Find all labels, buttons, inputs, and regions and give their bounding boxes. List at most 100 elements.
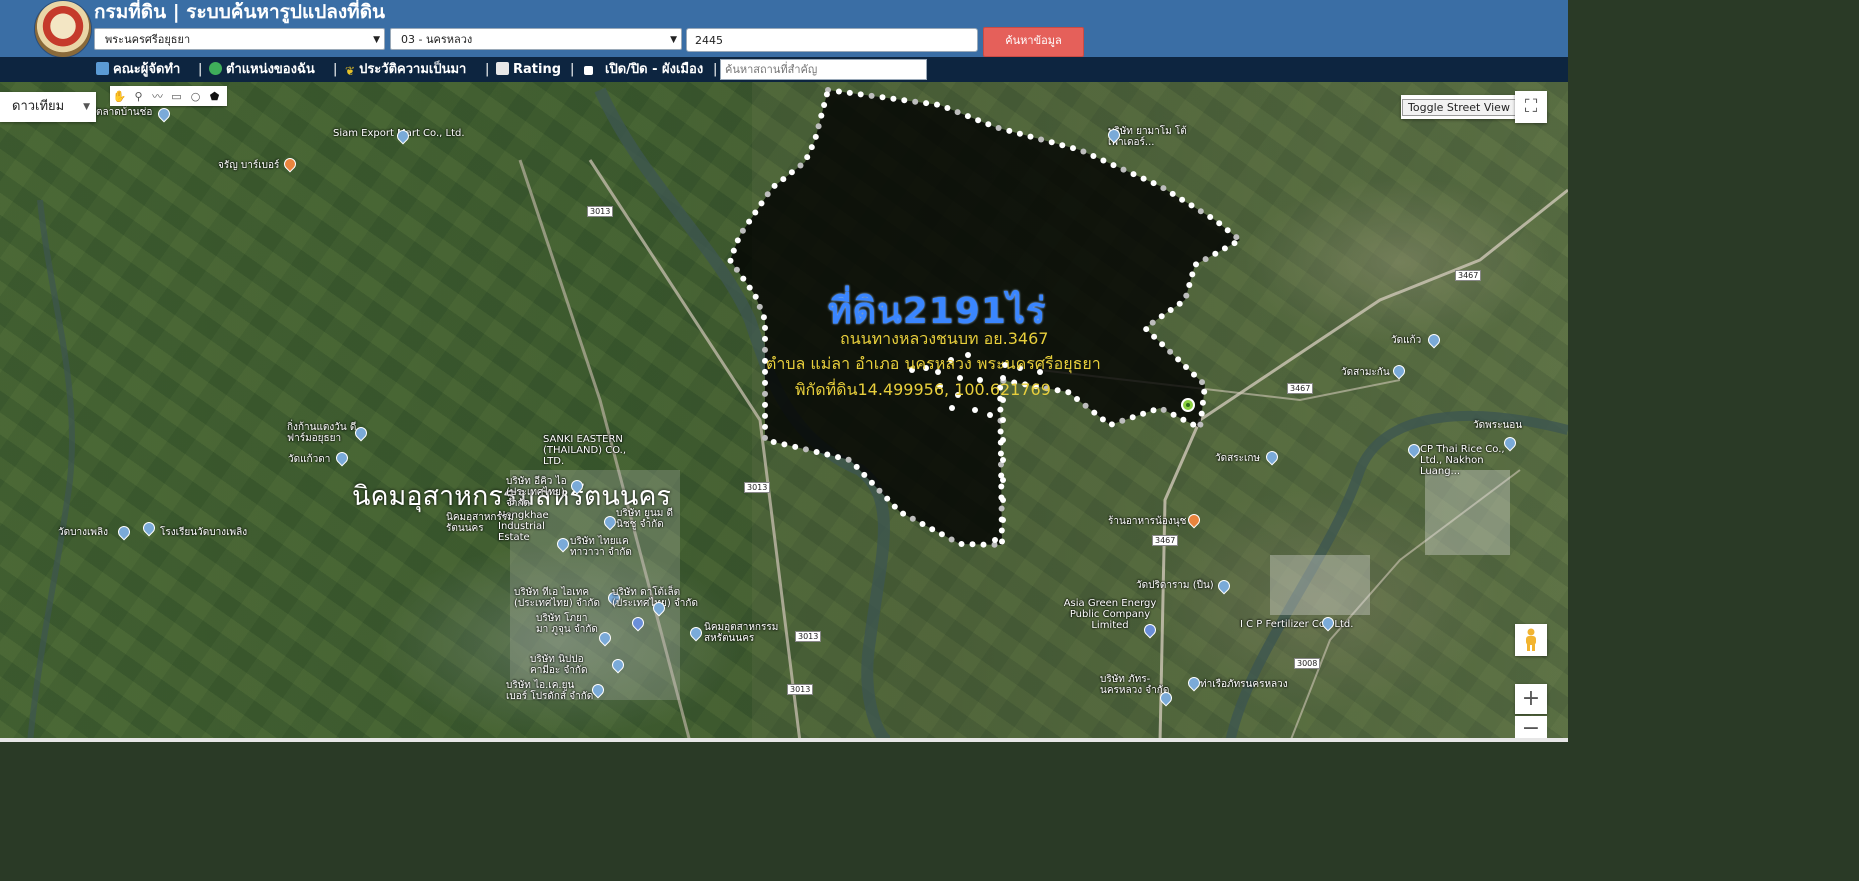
parcel-vertex-marker[interactable] <box>1059 142 1066 149</box>
parcel-vertex-marker[interactable] <box>1179 196 1186 203</box>
parcel-vertex-marker[interactable] <box>734 237 741 244</box>
parcel-vertex-marker[interactable] <box>1150 180 1157 187</box>
parcel-vertex-marker[interactable] <box>1151 333 1158 340</box>
parcel-vertex-marker[interactable] <box>1143 326 1150 333</box>
parcel-vertex-marker[interactable] <box>1176 300 1183 307</box>
map-poi-label[interactable]: นิคมอุสาหกรรม รัตนนคร <box>446 512 526 534</box>
parcel-vertex-marker[interactable] <box>901 97 908 104</box>
zoom-in-button[interactable]: + <box>1515 684 1547 714</box>
parcel-vertex-marker[interactable] <box>812 133 819 140</box>
map-poi-label[interactable]: ตลาดบ้านช่อ <box>96 107 152 118</box>
parcel-vertex-marker[interactable] <box>1233 234 1240 241</box>
parcel-vertex-marker[interactable] <box>730 247 737 254</box>
nav-item-my-location[interactable]: ตำแหน่งของฉัน <box>209 60 315 79</box>
parcel-vertex-marker[interactable] <box>1212 250 1219 257</box>
parcel-vertex-marker[interactable] <box>823 91 830 98</box>
parcel-vertex-marker[interactable] <box>969 541 976 548</box>
parcel-vertex-marker[interactable] <box>1197 208 1204 215</box>
parcel-vertex-marker[interactable] <box>857 91 864 98</box>
parcel-vertex-marker[interactable] <box>997 428 1004 435</box>
parcel-vertex-marker[interactable] <box>879 94 886 101</box>
parcel-vertex-marker[interactable] <box>804 154 811 161</box>
map-poi-label[interactable]: I C P Fertilizer Co., Ltd. <box>1240 619 1353 630</box>
parcel-vertex-marker[interactable] <box>846 89 853 96</box>
parcel-vertex-marker[interactable] <box>762 335 768 342</box>
parcel-vertex-marker[interactable] <box>1006 127 1013 134</box>
parcel-vertex-marker[interactable] <box>733 266 740 273</box>
parcel-vertex-marker[interactable] <box>780 176 787 183</box>
map-poi-label[interactable]: วัดสามะกัน <box>1341 367 1390 378</box>
parcel-vertex-marker[interactable] <box>1198 410 1205 417</box>
parcel-vertex-marker[interactable] <box>998 483 1005 490</box>
parcel-vertex-marker[interactable] <box>999 538 1005 545</box>
parcel-vertex-marker[interactable] <box>770 439 777 445</box>
nav-item-history[interactable]: ❦ ประวัติความเป็นมา <box>345 60 466 79</box>
polyline-icon[interactable]: 〰 <box>148 86 167 106</box>
parcel-vertex-marker[interactable] <box>985 121 992 128</box>
parcel-vertex-marker[interactable] <box>1000 437 1006 443</box>
polygon-icon[interactable]: ⬟ <box>205 86 224 106</box>
parcel-vertex-marker[interactable] <box>998 527 1005 534</box>
parcel-vertex-marker[interactable] <box>1170 411 1177 418</box>
parcel-vertex-marker[interactable] <box>1199 379 1205 386</box>
parcel-vertex-marker[interactable] <box>1129 414 1136 421</box>
parcel-vertex-marker[interactable] <box>1202 256 1209 263</box>
parcel-vertex-marker[interactable] <box>1080 148 1087 155</box>
parcel-vertex-marker[interactable] <box>1100 157 1107 164</box>
nav-item-city-plan-toggle[interactable]: เปิด/ปิด - ผังเมือง <box>584 60 703 79</box>
parcel-vertex-marker[interactable] <box>1038 136 1045 143</box>
parcel-vertex-marker[interactable] <box>760 314 767 321</box>
parcel-vertex-marker[interactable] <box>1140 175 1147 182</box>
marker-icon[interactable]: ⚲ <box>129 86 148 106</box>
parcel-vertex-marker[interactable] <box>1000 477 1006 483</box>
parcel-vertex-marker[interactable] <box>818 112 825 119</box>
map-poi-label[interactable]: วัดบางเพลิง <box>58 527 108 538</box>
parcel-vertex-marker[interactable] <box>1119 417 1126 424</box>
parcel-vertex-marker[interactable] <box>756 303 763 310</box>
parcel-vertex-marker[interactable] <box>938 531 945 538</box>
parcel-number-input[interactable] <box>686 28 978 52</box>
parcel-vertex-marker[interactable] <box>919 521 926 527</box>
parcel-vertex-marker[interactable] <box>944 105 951 111</box>
parcel-vertex-marker[interactable] <box>1099 416 1106 423</box>
parcel-vertex-marker[interactable] <box>1082 402 1089 409</box>
parcel-vertex-marker[interactable] <box>980 541 987 548</box>
map-poi-label[interactable]: วัดแก้วดา <box>288 454 330 465</box>
parcel-vertex-marker[interactable] <box>1110 162 1117 169</box>
parcel-vertex-marker[interactable] <box>853 463 860 470</box>
parcel-vertex-marker[interactable] <box>1190 421 1197 428</box>
parcel-vertex-marker[interactable] <box>900 510 907 517</box>
parcel-vertex-marker[interactable] <box>1183 364 1189 370</box>
parcel-vertex-marker[interactable] <box>746 218 753 225</box>
parcel-vertex-marker[interactable] <box>1216 220 1223 227</box>
parcel-vertex-marker[interactable] <box>762 390 768 397</box>
parcel-vertex-marker[interactable] <box>762 379 768 386</box>
parcel-vertex-marker[interactable] <box>762 324 768 331</box>
parcel-vertex-marker[interactable] <box>1197 421 1204 428</box>
parcel-vertex-marker[interactable] <box>781 441 788 448</box>
map-poi-label[interactable]: วัดแก้ว <box>1391 335 1421 346</box>
parcel-vertex-marker[interactable] <box>1201 388 1208 395</box>
parcel-vertex-marker[interactable] <box>912 98 919 105</box>
parcel-vertex-marker[interactable] <box>792 443 799 450</box>
map-poi-label[interactable]: CP Thai Rice Co., Ltd., Nakhon Luang... <box>1420 444 1510 477</box>
parcel-vertex-marker[interactable] <box>909 515 916 522</box>
hand-icon[interactable]: ✋ <box>110 86 129 106</box>
parcel-vertex-marker[interactable] <box>835 454 841 461</box>
parcel-vertex-marker[interactable] <box>1016 130 1023 137</box>
parcel-vertex-marker[interactable] <box>845 456 852 463</box>
rectangle-icon[interactable]: ▭ <box>167 86 186 106</box>
parcel-vertex-marker[interactable] <box>762 412 768 419</box>
parcel-vertex-marker[interactable] <box>1149 319 1156 326</box>
parcel-vertex-marker[interactable] <box>740 275 747 282</box>
parcel-vertex-marker[interactable] <box>815 123 822 130</box>
parcel-vertex-marker[interactable] <box>929 526 936 533</box>
parcel-vertex-marker[interactable] <box>972 407 978 413</box>
parcel-vertex-marker[interactable] <box>1000 457 1006 463</box>
parcel-vertex-marker[interactable] <box>1120 166 1127 173</box>
map-poi-label[interactable]: วัดสระเกษ <box>1215 453 1260 464</box>
nav-item-team[interactable]: คณะผู้จัดทำ <box>96 60 180 79</box>
parcel-vertex-marker[interactable] <box>1193 261 1199 268</box>
parcel-vertex-marker[interactable] <box>1159 341 1166 348</box>
map-poi-label[interactable]: บริษัท ไอ.เค.ยูน เบอร์ โปรดักส์ จำกัด <box>506 680 594 702</box>
